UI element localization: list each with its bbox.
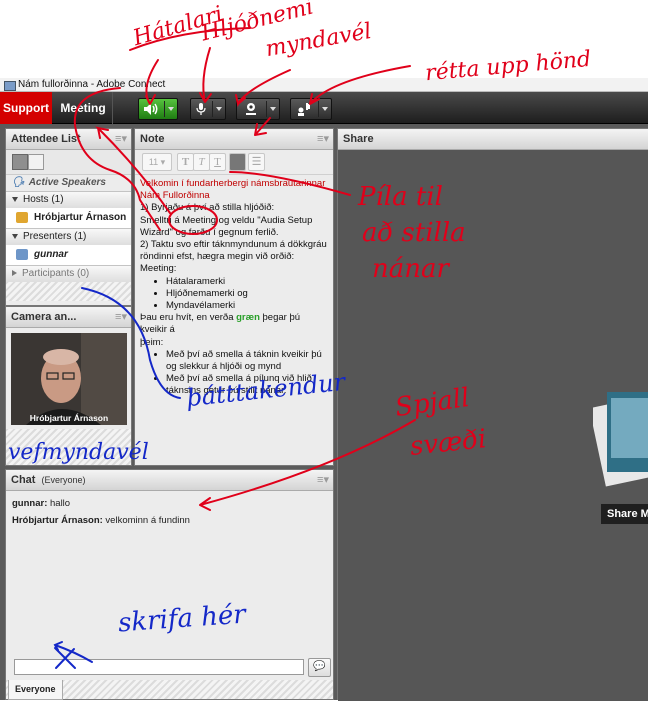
- presenter-icon: [16, 248, 28, 260]
- raise-hand-icon: [298, 103, 310, 116]
- pod-title: Camera an...: [11, 311, 77, 323]
- chat-pod: Chat (Everyone) ≡▾ gunnar: hallo Hróbjar…: [5, 469, 334, 700]
- pod-header: Camera an... ≡▾: [6, 307, 131, 328]
- note-pod: Note ≡▾ 11 ▾ T T T ☰ Velkomin í fundarhe…: [134, 128, 334, 466]
- camera-caption: Hróbjartur Árnason: [29, 413, 109, 423]
- bullet-list-icon[interactable]: ☰: [248, 153, 265, 171]
- tab-everyone[interactable]: Everyone: [8, 680, 63, 700]
- underline-icon[interactable]: T: [209, 153, 226, 171]
- pod-menu-icon[interactable]: ≡▾: [317, 129, 329, 149]
- annotation-pila-line3: nánar: [372, 254, 449, 284]
- chevron-down-icon[interactable]: [168, 107, 174, 111]
- webcam-image: [11, 333, 127, 425]
- window-title: Nám fullorðinna - Adobe Connect: [18, 79, 166, 90]
- chat-messages: gunnar: hallo Hróbjartur Árnason: velkom…: [6, 491, 333, 533]
- share-my-screen-button[interactable]: Share My: [600, 503, 648, 525]
- pod-title: Chat: [11, 474, 36, 486]
- collapse-icon: [12, 233, 18, 239]
- pod-header: Note ≡▾: [135, 129, 333, 150]
- font-size-select[interactable]: 11 ▾: [142, 153, 172, 171]
- main-toolbar: Support Meeting: [0, 92, 648, 124]
- hosts-group[interactable]: Hosts (1): [6, 191, 131, 208]
- pod-menu-icon[interactable]: ≡▾: [317, 470, 329, 490]
- meeting-menu[interactable]: Meeting: [54, 92, 113, 124]
- pod-menu-icon[interactable]: ≡▾: [115, 307, 127, 327]
- speaker-icon: [144, 103, 158, 115]
- chat-scope: (Everyone): [41, 475, 86, 485]
- text-color-icon[interactable]: [229, 153, 246, 171]
- share-media-icon: [593, 392, 648, 487]
- send-message-icon[interactable]: 💬: [308, 658, 331, 677]
- share-pod: Share Share My: [337, 128, 648, 701]
- chat-tab-bar: Everyone: [6, 680, 333, 700]
- view-toggle-bar: [6, 150, 131, 175]
- chevron-down-icon[interactable]: [216, 107, 222, 111]
- expand-icon: [12, 270, 17, 277]
- note-bullet-list: Hátalaramerki Hljóðnemamerki og Myndavél…: [140, 276, 328, 313]
- pod-menu-icon[interactable]: ≡▾: [115, 129, 127, 149]
- speaker-icon: 🗣: [12, 177, 25, 188]
- pod-title: Attendee List: [11, 133, 81, 145]
- annotation-vefmyndavel: vefmyndavél: [8, 440, 149, 465]
- chat-message: Hróbjartur Árnason: velkominn á fundinn: [12, 515, 190, 526]
- support-menu[interactable]: Support: [0, 92, 52, 124]
- pod-header: Attendee List ≡▾: [6, 129, 131, 150]
- window-title-bar: Nám fullorðinna - Adobe Connect: [0, 78, 648, 92]
- webcam-icon: [246, 103, 256, 115]
- chevron-down-icon[interactable]: [322, 107, 328, 111]
- attendee-row[interactable]: Hróbjartur Árnason: [6, 208, 131, 228]
- pod-header: Share: [338, 129, 648, 150]
- pod-header: Chat (Everyone) ≡▾: [6, 470, 333, 491]
- note-format-toolbar: 11 ▾ T T T ☰: [135, 150, 333, 175]
- chat-message: gunnar: hallo: [12, 498, 71, 509]
- annotation-pila-line1: Píla til: [358, 182, 443, 212]
- annotation-pila-line2: að stilla: [362, 218, 466, 248]
- collapse-icon: [12, 196, 18, 202]
- presenters-group[interactable]: Presenters (1): [6, 228, 131, 245]
- chat-input[interactable]: [14, 659, 304, 675]
- participants-group[interactable]: Participants (0): [6, 265, 131, 282]
- microphone-icon: [196, 103, 206, 115]
- raise-hand-button[interactable]: [290, 98, 332, 120]
- empty-area: [6, 282, 131, 301]
- app-icon: [4, 81, 16, 91]
- active-speakers-row: 🗣 Active Speakers: [12, 177, 106, 188]
- webcam-video: Hróbjartur Árnason: [11, 333, 127, 425]
- bold-icon[interactable]: T: [177, 153, 194, 171]
- pod-title: Share: [343, 133, 374, 145]
- note-content[interactable]: Velkomin í fundarherbergi námsbrautarinn…: [135, 175, 333, 401]
- italic-icon[interactable]: T: [193, 153, 210, 171]
- breakout-view-icon[interactable]: [28, 154, 44, 170]
- pod-title: Note: [140, 133, 165, 145]
- speaker-button[interactable]: [138, 98, 178, 120]
- webcam-button[interactable]: [236, 98, 280, 120]
- host-icon: [16, 211, 28, 223]
- list-view-icon[interactable]: [12, 154, 28, 170]
- attendee-row[interactable]: gunnar: [6, 245, 131, 265]
- microphone-button[interactable]: [190, 98, 226, 120]
- chevron-down-icon[interactable]: [270, 107, 276, 111]
- attendee-list-pod: Attendee List ≡▾ 🗣 Active Speakers Hosts …: [5, 128, 132, 306]
